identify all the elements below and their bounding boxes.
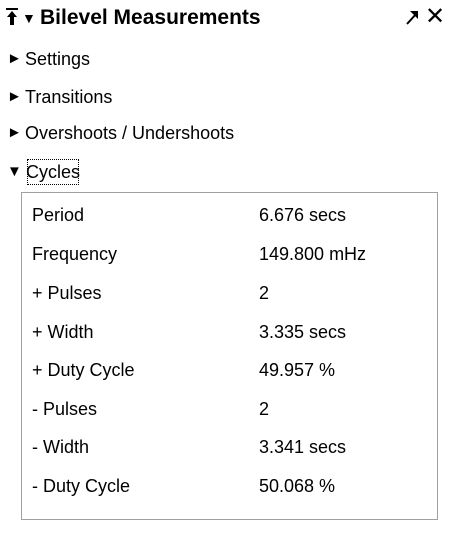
measurement-name: + Pulses (32, 283, 102, 303)
table-row: + Width 3.335 secs (32, 315, 432, 349)
measurement-name: - Duty Cycle (32, 476, 131, 496)
measurement-name: - Width (32, 437, 90, 457)
measurement-value: 49.957 % (259, 360, 336, 380)
measurement-name: - Pulses (32, 399, 98, 419)
undock-arrow-icon[interactable] (404, 8, 420, 26)
section-label: Cycles (25, 157, 81, 187)
collapse-panel-icon[interactable]: ▼ (22, 8, 36, 28)
measurement-name: Frequency (32, 244, 118, 264)
table-row: - Width 3.341 secs (32, 430, 432, 464)
section-transitions[interactable]: ► Transitions (7, 82, 112, 112)
measurement-value: 6.676 secs (259, 205, 347, 225)
table-row: Frequency 149.800 mHz (32, 237, 432, 271)
section-cycles[interactable]: ▼ Cycles (7, 157, 81, 187)
measurement-value: 50.068 % (259, 476, 336, 496)
table-row: + Pulses 2 (32, 276, 432, 310)
measurement-value: 2 (259, 399, 270, 419)
section-label: Overshoots / Undershoots (25, 123, 235, 143)
measurement-name: + Duty Cycle (32, 360, 135, 380)
section-label: Transitions (25, 87, 113, 107)
close-icon[interactable]: ✕ (425, 2, 445, 32)
measurement-value: 149.800 mHz (259, 244, 367, 264)
table-row: Period 6.676 secs (32, 198, 432, 232)
cycles-measurements-table: Period 6.676 secs Frequency 149.800 mHz … (21, 192, 438, 520)
panel-title: Bilevel Measurements (40, 6, 261, 29)
section-overshoots-undershoots[interactable]: ► Overshoots / Undershoots (7, 118, 234, 148)
measurement-value: 2 (259, 283, 270, 303)
table-row: + Duty Cycle 49.957 % (32, 353, 432, 387)
table-row: - Duty Cycle 50.068 % (32, 469, 432, 503)
panel-titlebar: ▼ Bilevel Measurements ✕ (0, 0, 450, 34)
table-row: - Pulses 2 (32, 392, 432, 426)
triangle-down-icon: ▼ (7, 163, 22, 180)
measurement-name: + Width (32, 322, 94, 342)
measurement-value: 3.335 secs (259, 322, 347, 342)
measurement-name: Period (32, 205, 85, 225)
section-label: Settings (25, 49, 91, 69)
triangle-right-icon: ► (7, 124, 22, 141)
measurement-value: 3.341 secs (259, 437, 347, 457)
triangle-right-icon: ► (7, 88, 22, 105)
bilevel-measurements-panel: ▼ Bilevel Measurements ✕ ► Settings ► Tran… (0, 0, 450, 537)
triangle-right-icon: ► (7, 50, 22, 67)
section-settings[interactable]: ► Settings (7, 44, 90, 74)
pin-icon[interactable] (5, 7, 19, 27)
